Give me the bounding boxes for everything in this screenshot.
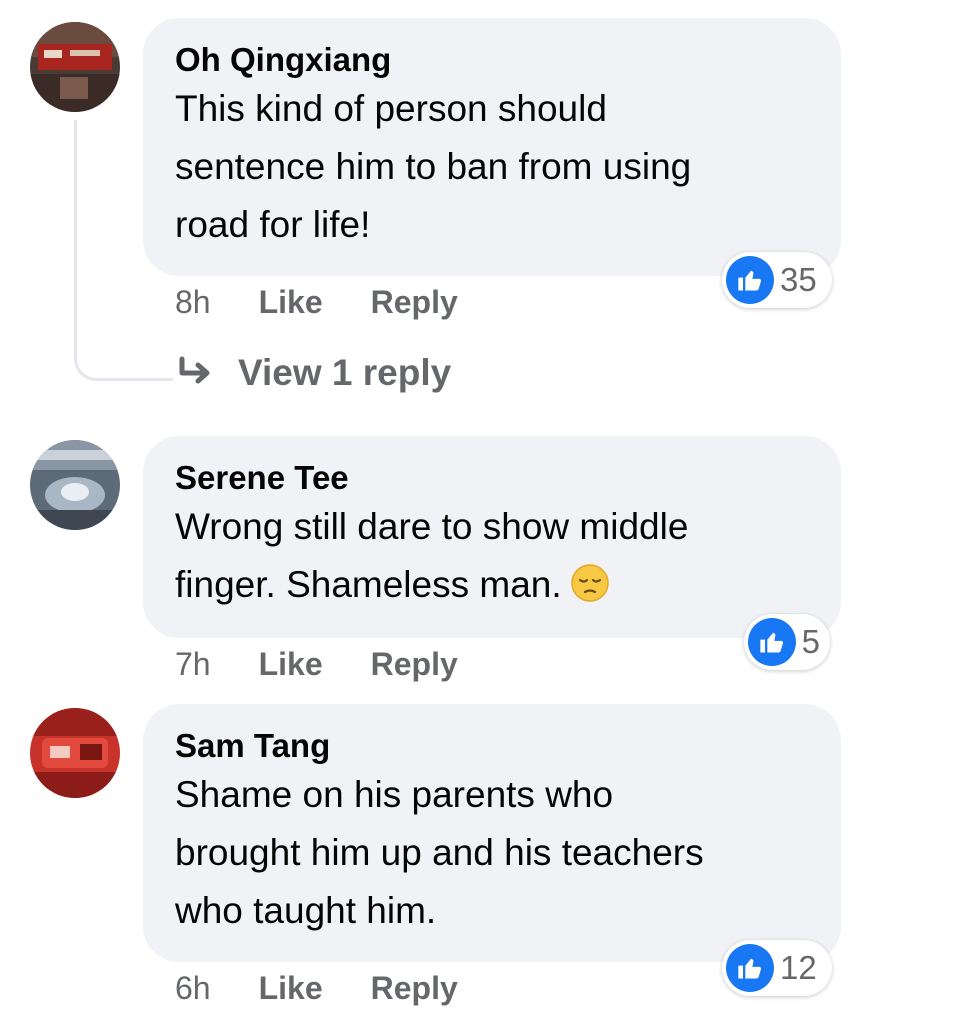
thumbs-up-icon xyxy=(748,618,796,666)
comment-timestamp[interactable]: 8h xyxy=(175,284,211,321)
comment-actions: 8h Like Reply xyxy=(175,284,506,321)
comment-actions: 7h Like Reply xyxy=(175,646,506,683)
profile-photo-icon xyxy=(30,440,120,530)
avatar[interactable] xyxy=(30,440,120,530)
view-replies-label: View 1 reply xyxy=(238,352,452,393)
reply-arrow-icon xyxy=(179,356,210,384)
comment-timestamp[interactable]: 7h xyxy=(175,646,211,683)
reaction-summary[interactable]: 5 xyxy=(744,614,830,670)
reply-button[interactable]: Reply xyxy=(371,646,458,683)
comment-text: Wrong still dare to show middle finger. … xyxy=(175,498,811,614)
avatar[interactable] xyxy=(30,22,120,112)
profile-photo-icon xyxy=(30,708,120,798)
pensive-face-emoji-icon xyxy=(570,562,610,602)
comment-author[interactable]: Oh Qingxiang xyxy=(175,40,811,80)
comment-bubble: Sam Tang Shame on his parents who brough… xyxy=(143,704,841,962)
comment-bubble: Oh Qingxiang This kind of person should … xyxy=(143,18,841,276)
comment-text: This kind of person should sentence him … xyxy=(175,88,692,245)
reaction-count: 35 xyxy=(780,261,817,298)
comment-author[interactable]: Serene Tee xyxy=(175,458,811,498)
reply-button[interactable]: Reply xyxy=(371,284,458,321)
like-button[interactable]: Like xyxy=(259,970,323,1007)
profile-photo-icon xyxy=(30,22,120,112)
reaction-count: 5 xyxy=(801,623,820,660)
reaction-summary[interactable]: 35 xyxy=(722,252,832,308)
like-button[interactable]: Like xyxy=(259,284,323,321)
reaction-summary[interactable]: 12 xyxy=(722,940,832,996)
comment-author[interactable]: Sam Tang xyxy=(175,726,811,766)
comment-timestamp[interactable]: 6h xyxy=(175,970,211,1007)
comment-bubble: Serene Tee Wrong still dare to show midd… xyxy=(143,436,841,638)
like-button[interactable]: Like xyxy=(259,646,323,683)
thumbs-up-icon xyxy=(726,944,774,992)
comment-actions: 6h Like Reply xyxy=(175,970,506,1007)
thumbs-up-icon xyxy=(726,256,774,304)
view-replies-button[interactable]: View 1 reply xyxy=(176,352,451,394)
reply-button[interactable]: Reply xyxy=(371,970,458,1007)
avatar[interactable] xyxy=(30,708,120,798)
comment-text-content: Wrong still dare to show middle finger. … xyxy=(175,506,689,605)
reaction-count: 12 xyxy=(780,949,817,986)
comment-text: Shame on his parents who brought him up … xyxy=(175,774,704,931)
